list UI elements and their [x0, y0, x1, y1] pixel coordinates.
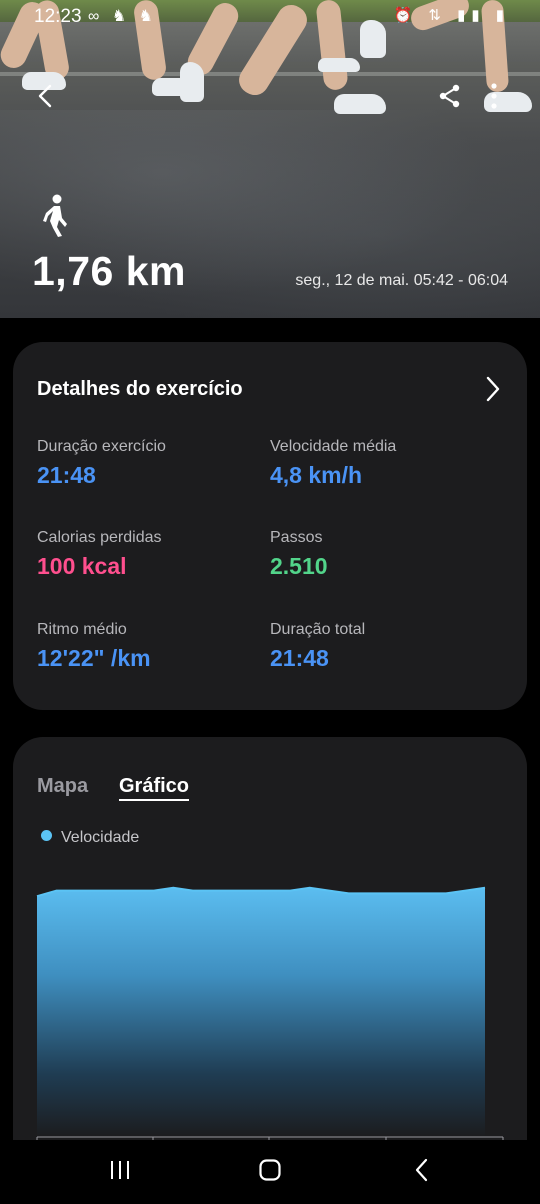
stat-value: 21:48 — [37, 462, 96, 488]
stat-value: 2.510 — [270, 553, 328, 579]
recents-icon — [111, 1161, 129, 1179]
notification-icons: ∞ ♞ ♞ — [88, 8, 157, 25]
stat-label: Calorias perdidas — [37, 529, 162, 546]
stat-calories: Calorias perdidas 100 kcal — [37, 529, 162, 580]
exercise-details-card[interactable]: Detalhes do exercício Duração exercício … — [13, 342, 527, 710]
system-nav-bar — [0, 1140, 540, 1204]
distance-value: 1,76 km — [32, 248, 186, 294]
stat-average-speed: Velocidade média 4,8 km/h — [270, 438, 396, 489]
runner-shoe — [334, 94, 386, 114]
status-time: 12:23 — [34, 6, 82, 27]
status-bar: 12:23 ∞ ♞ ♞ ⏰ ⇅ ▮▮ ▮ — [0, 0, 540, 34]
share-icon — [439, 84, 460, 108]
stat-value: 100 kcal — [37, 553, 127, 579]
stat-label: Duração exercício — [37, 438, 166, 455]
chevron-left-icon — [38, 84, 52, 108]
stat-label: Ritmo médio — [37, 621, 127, 638]
stat-average-pace: Ritmo médio 12'22" /km — [37, 621, 151, 672]
stat-steps: Passos 2.510 — [270, 529, 328, 580]
back-button[interactable] — [34, 82, 58, 115]
back-nav-icon — [415, 1158, 428, 1182]
more-vertical-icon — [491, 83, 497, 109]
speed-chart — [36, 886, 504, 1145]
stat-label: Velocidade média — [270, 438, 397, 455]
stat-total-duration: Duração total 21:48 — [270, 621, 365, 672]
system-icons: ⏰ ⇅ ▮▮ ▮ — [393, 7, 510, 24]
stat-label: Duração total — [270, 621, 366, 638]
walking-icon — [40, 194, 70, 243]
chevron-right-icon[interactable] — [485, 376, 501, 407]
back-nav-button[interactable] — [412, 1158, 432, 1187]
home-icon — [259, 1159, 281, 1181]
runner-shoe — [180, 62, 204, 102]
stat-value: 4,8 km/h — [270, 462, 363, 488]
stat-value: 21:48 — [270, 645, 329, 671]
more-options-button[interactable] — [488, 82, 500, 115]
runner-shoe — [318, 58, 360, 72]
home-button[interactable] — [258, 1158, 282, 1187]
share-button[interactable] — [438, 84, 462, 113]
stat-exercise-duration: Duração exercício 21:48 — [37, 438, 166, 489]
recent-apps-button[interactable] — [108, 1158, 132, 1187]
card-title: Detalhes do exercício — [37, 378, 243, 400]
stat-label: Passos — [270, 529, 323, 546]
speed-area — [37, 887, 485, 1137]
stat-value: 12'22" /km — [37, 645, 151, 671]
chart-card: Mapa Gráfico Velocidade — [13, 737, 527, 1197]
exercise-datetime: seg., 12 de mai. 05:42 - 06:04 — [295, 272, 508, 289]
